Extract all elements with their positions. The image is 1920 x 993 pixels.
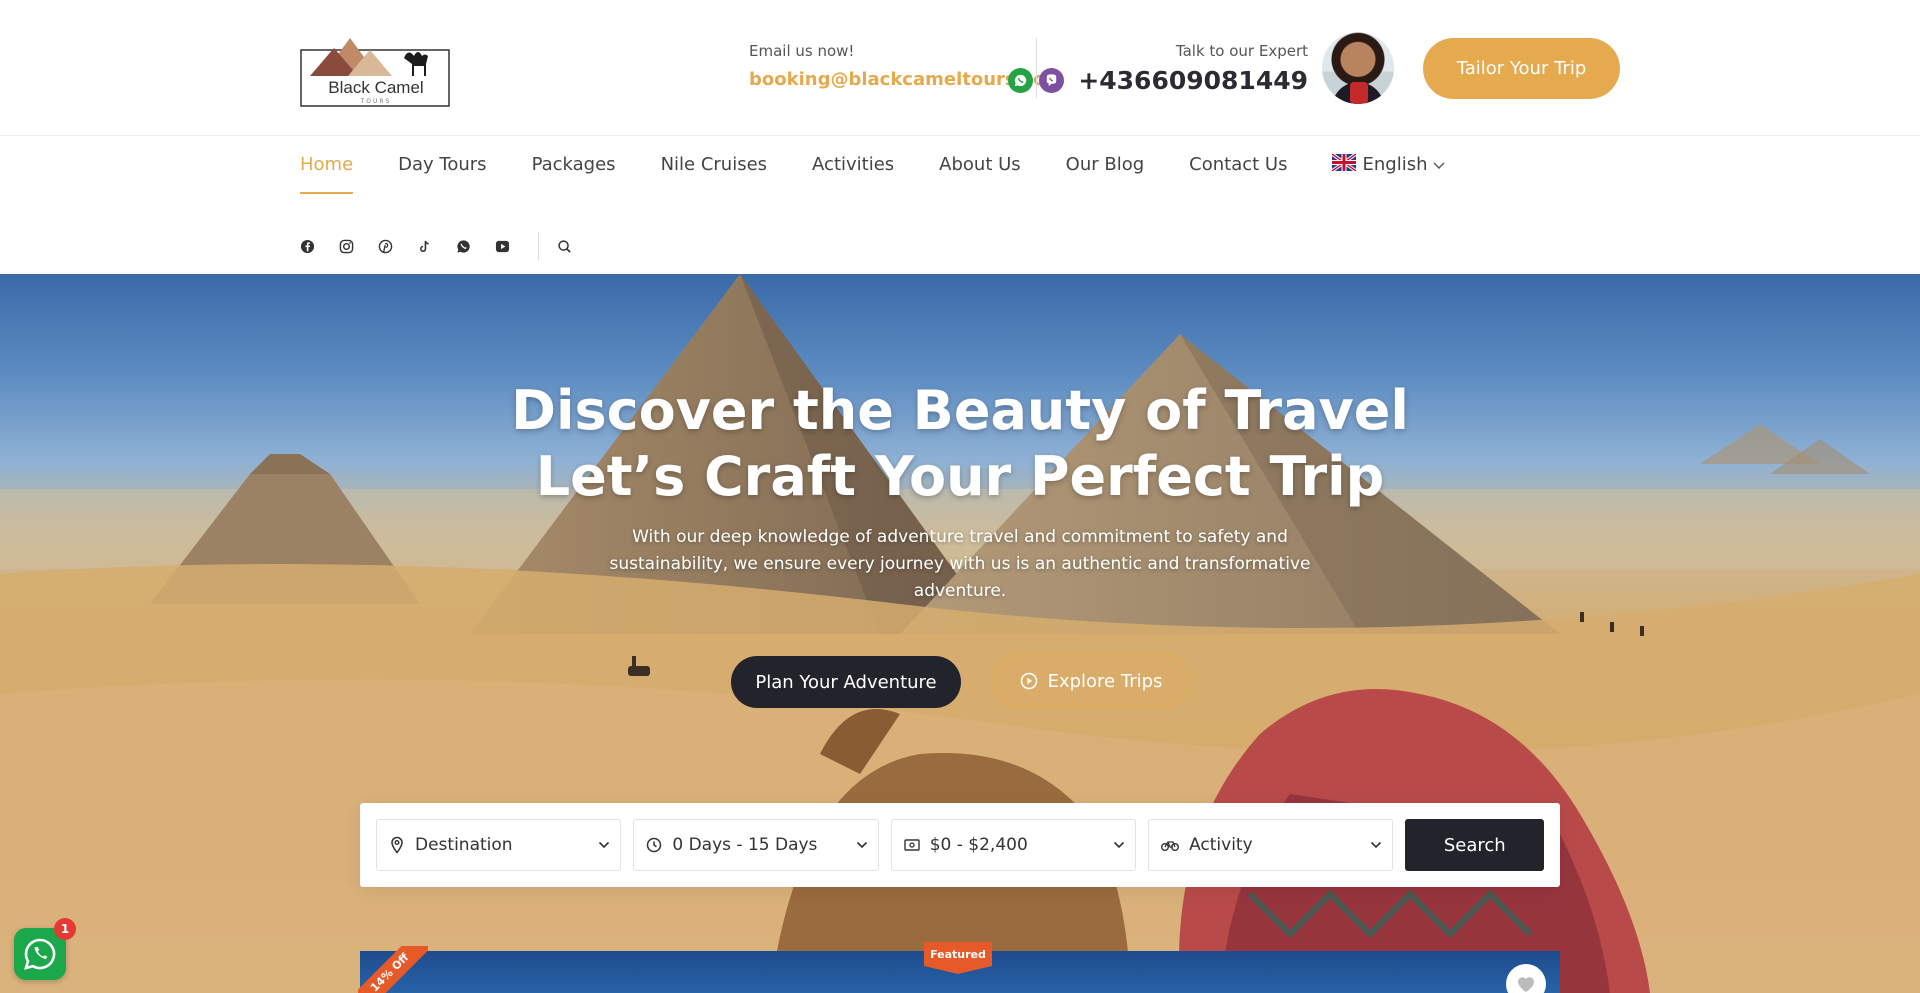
nav-item-day-tours[interactable]: Day Tours [398,152,486,194]
trip-search-form: Destination 0 Days - 15 Days $0 - $2,400… [360,803,1560,887]
avatar-scarf [1350,82,1368,104]
logo-text: Black Camel [328,78,424,97]
top-header: Black Camel TOURS Email us now! booking@… [0,0,1920,136]
hero-title-line2: Let’s Craft Your Perfect Trip [535,445,1385,508]
expert-contact: Talk to our Expert +436609081449 [1008,42,1308,95]
logo-subtext: TOURS [360,98,392,105]
nav-item-nile-cruises[interactable]: Nile Cruises [661,152,767,194]
whatsapp-icon [24,938,56,970]
nav-item-our-blog[interactable]: Our Blog [1066,152,1145,194]
destination-select[interactable]: Destination [376,819,622,871]
hero-title-line1: Discover the Beauty of Travel [511,379,1409,442]
site-logo[interactable]: Black Camel TOURS [300,28,452,108]
play-circle-icon [1020,672,1037,690]
language-label: English [1362,154,1428,175]
clock-icon [647,837,662,853]
plan-adventure-button[interactable]: Plan Your Adventure [731,656,961,708]
destination-value: Destination [415,835,513,855]
heart-icon [1518,977,1534,992]
duration-value: 0 Days - 15 Days [672,835,818,855]
expert-avatar [1322,32,1394,104]
social-links [300,232,572,260]
explore-trips-button[interactable]: Explore Trips [992,654,1190,708]
explore-trips-label: Explore Trips [1047,670,1163,692]
youtube-icon[interactable] [495,239,510,254]
uk-flag-icon [1332,154,1357,171]
notification-badge: 1 [54,918,76,940]
chevron-down-icon [856,841,867,849]
language-selector[interactable]: English [1332,152,1445,194]
pinterest-icon[interactable] [378,239,393,254]
social-divider [538,232,539,260]
nav-item-about-us[interactable]: About Us [939,152,1021,194]
chevron-down-icon [599,841,610,849]
nav-item-packages[interactable]: Packages [532,152,616,194]
discount-label: 14% Off [358,946,428,993]
phone-row: +436609081449 [1008,66,1308,95]
discount-ribbon: 14% Off [358,946,428,993]
search-button[interactable]: Search [1405,819,1545,871]
instagram-icon[interactable] [339,239,354,254]
search-icon[interactable] [557,239,572,254]
main-nav: Home Day Tours Packages Nile Cruises Act… [300,152,1445,194]
nav-item-activities[interactable]: Activities [812,152,894,194]
bicycle-icon [1161,841,1180,851]
duration-select[interactable]: 0 Days - 15 Days [633,819,879,871]
tailor-trip-button[interactable]: Tailor Your Trip [1423,38,1620,99]
facebook-icon[interactable] [300,239,315,254]
chevron-down-icon [1433,162,1445,169]
phone-number[interactable]: +436609081449 [1078,66,1308,95]
money-icon [904,839,920,851]
hero-title: Discover the Beauty of Travel Let’s Craf… [0,378,1920,510]
chevron-down-icon [1114,841,1125,849]
price-select[interactable]: $0 - $2,400 [890,819,1137,871]
nav-item-contact-us[interactable]: Contact Us [1189,152,1287,194]
viber-icon[interactable] [1039,68,1065,93]
whatsapp-icon[interactable] [456,239,471,254]
whatsapp-icon[interactable] [1008,68,1034,93]
expert-label: Talk to our Expert [1175,42,1308,60]
map-pin-icon [391,836,403,854]
activity-value: Activity [1189,835,1253,855]
tiktok-icon[interactable] [417,239,432,254]
nav-item-home[interactable]: Home [300,152,354,194]
activity-select[interactable]: Activity [1148,819,1394,871]
chevron-down-icon [1371,841,1382,849]
hero-subtitle: With our deep knowledge of adventure tra… [609,527,1311,601]
price-value: $0 - $2,400 [929,835,1028,855]
